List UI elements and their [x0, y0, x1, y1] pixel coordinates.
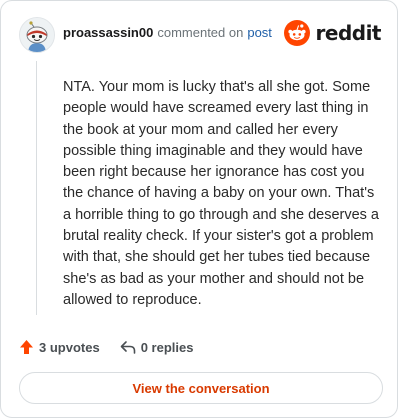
reply-count: 0 replies — [140, 339, 194, 355]
comment-actions: 3 upvotes 0 replies — [19, 339, 193, 355]
reply-button[interactable]: 0 replies — [120, 339, 194, 355]
embedded-comment-card: proassassin00 commented on post reddit NTA… — [0, 0, 398, 418]
thread-line — [36, 61, 37, 315]
upvote-button[interactable]: 3 upvotes — [19, 339, 100, 355]
comment-username[interactable]: proassassin00 — [63, 25, 153, 40]
user-avatar[interactable] — [19, 17, 55, 53]
upvote-arrow-icon — [20, 340, 33, 354]
reddit-logo-icon — [283, 20, 310, 46]
comment-header: proassassin00 commented on post — [63, 25, 272, 40]
comment-meta-text: commented on — [157, 25, 244, 40]
snoo-avatar-icon — [20, 18, 54, 52]
reply-arrow-icon — [120, 341, 135, 354]
view-conversation-button[interactable]: View the conversation — [19, 372, 383, 404]
comment-body: NTA. Your mom is lucky that's all she go… — [63, 79, 379, 308]
post-link[interactable]: post — [247, 25, 272, 40]
reddit-wordmark: reddit — [315, 21, 382, 45]
upvote-count: 3 upvotes — [39, 339, 100, 355]
reddit-brand[interactable]: reddit — [283, 19, 382, 47]
